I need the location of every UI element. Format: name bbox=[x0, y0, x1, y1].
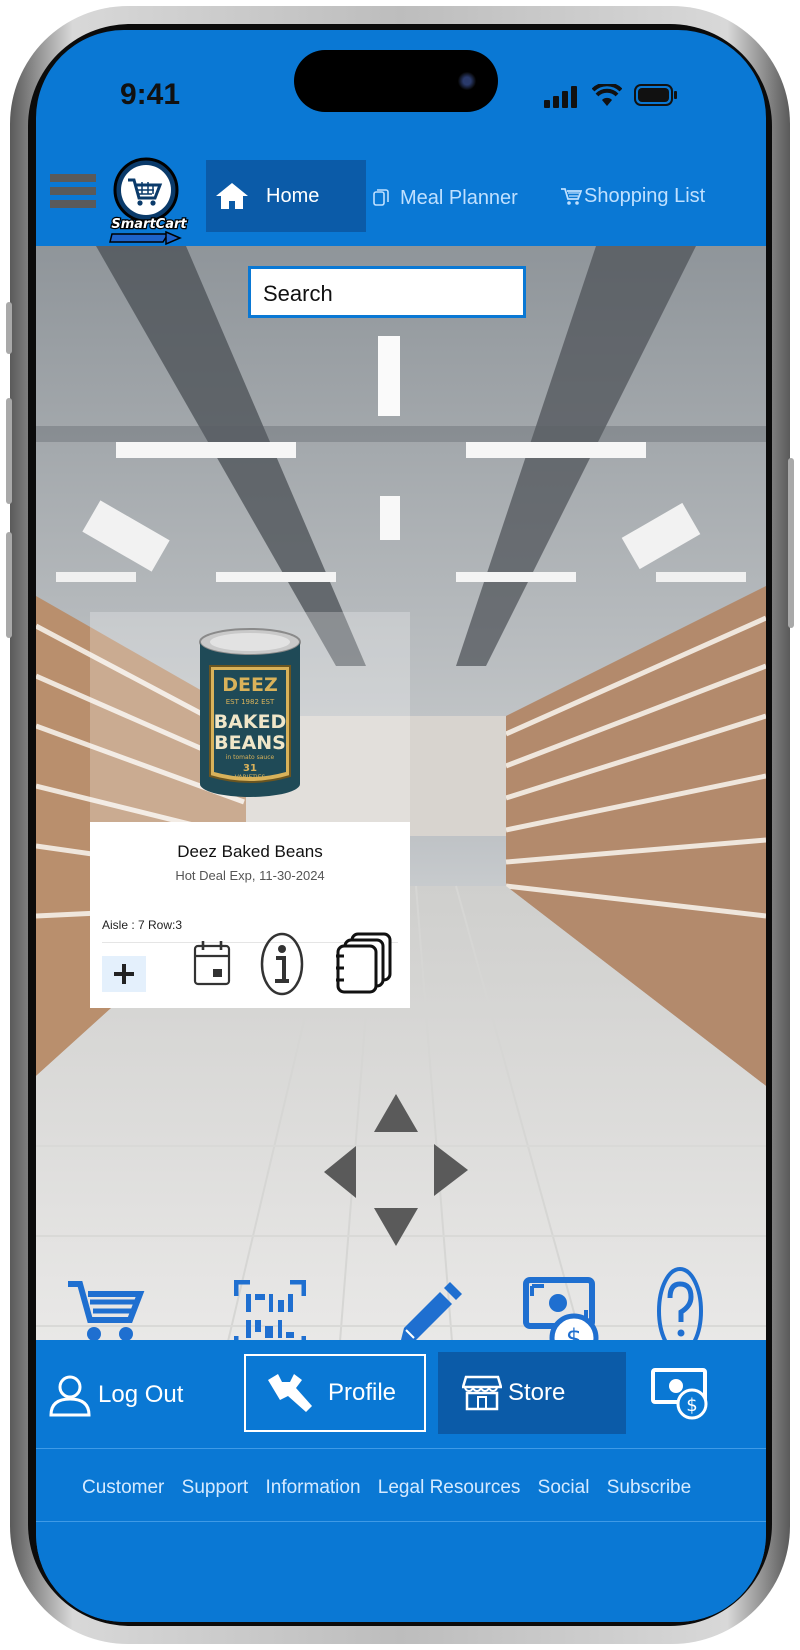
dynamic-island bbox=[294, 50, 498, 112]
signal-icon bbox=[544, 86, 577, 108]
calendar-icon[interactable] bbox=[192, 938, 232, 988]
product-location: Aisle : 7 Row:3 bbox=[102, 918, 183, 932]
screen: 9:41 SmartCart Home Meal Planner Shoppin… bbox=[36, 30, 766, 1622]
cart-icon[interactable] bbox=[66, 1280, 146, 1344]
store-button[interactable]: Store bbox=[438, 1352, 626, 1434]
tab-meal-planner[interactable]: Meal Planner bbox=[372, 178, 518, 218]
can-sub: in tomato sauce bbox=[226, 754, 275, 761]
can-line1: BAKED bbox=[214, 711, 287, 733]
arrow-up-icon[interactable] bbox=[374, 1094, 418, 1132]
arrow-right-icon[interactable] bbox=[434, 1144, 468, 1196]
footer-link-customer[interactable]: Customer bbox=[82, 1477, 164, 1498]
footer-link-subscribe[interactable]: Subscribe bbox=[607, 1477, 692, 1498]
logout-label: Log Out bbox=[98, 1381, 184, 1408]
battery-icon bbox=[634, 84, 677, 106]
tab-home[interactable]: Home bbox=[206, 160, 366, 232]
direction-pad bbox=[324, 1094, 468, 1246]
home-icon bbox=[216, 183, 248, 209]
can-varieties: VARIETIES bbox=[235, 774, 266, 781]
info-icon[interactable] bbox=[260, 932, 304, 996]
can-est: EST 1982 EST bbox=[226, 698, 275, 706]
can-brand: DEEZ bbox=[222, 674, 278, 696]
notes-icon bbox=[373, 189, 389, 206]
footer: Customer Support Information Legal Resou… bbox=[36, 1448, 766, 1622]
volume-down-button bbox=[6, 532, 12, 638]
product-details: Deez Baked Beans Hot Deal Exp, 11-30-202… bbox=[90, 822, 410, 1008]
store-aisle-view: Search DEEZ EST 1982 EST BAKED BEANS in … bbox=[36, 246, 766, 1392]
bottom-action-bar: Log Out Profile Store $ bbox=[36, 1340, 766, 1448]
money-icon[interactable]: $ bbox=[650, 1364, 710, 1420]
tab-meal-planner-label: Meal Planner bbox=[400, 186, 518, 209]
plus-icon bbox=[114, 964, 134, 984]
footer-divider bbox=[36, 1521, 766, 1522]
power-button bbox=[788, 458, 794, 628]
product-name: Deez Baked Beans bbox=[177, 842, 323, 861]
product-deal: Hot Deal Exp, 11-30-2024 bbox=[175, 868, 325, 883]
camera-icon bbox=[458, 72, 476, 90]
wrench-icon bbox=[268, 1374, 312, 1412]
mute-switch bbox=[6, 302, 12, 354]
can-line2: BEANS bbox=[214, 732, 286, 754]
wifi-icon bbox=[592, 84, 622, 106]
arrow-left-icon[interactable] bbox=[324, 1146, 356, 1198]
profile-label: Profile bbox=[328, 1379, 397, 1406]
profile-button[interactable]: Profile bbox=[244, 1354, 426, 1432]
baked-beans-can-image: DEEZ EST 1982 EST BAKED BEANS in tomato … bbox=[199, 628, 301, 797]
pencil-icon[interactable] bbox=[396, 1282, 462, 1348]
arrow-down-icon[interactable] bbox=[374, 1208, 418, 1246]
logout-button[interactable]: Log Out bbox=[48, 1370, 183, 1420]
footer-links: Customer Support Information Legal Resou… bbox=[82, 1477, 703, 1499]
footer-link-legal-resources[interactable]: Legal Resources bbox=[378, 1477, 521, 1498]
store-icon bbox=[462, 1375, 502, 1411]
smartcart-logo[interactable]: SmartCart bbox=[106, 156, 192, 246]
status-time: 9:41 bbox=[120, 78, 181, 111]
footer-link-social[interactable]: Social bbox=[538, 1477, 590, 1498]
svg-text:$: $ bbox=[686, 1395, 697, 1416]
store-label: Store bbox=[508, 1379, 566, 1406]
can-count: 31 bbox=[243, 763, 257, 774]
logo-text: SmartCart bbox=[111, 217, 187, 232]
product-image-area: DEEZ EST 1982 EST BAKED BEANS in tomato … bbox=[90, 612, 410, 822]
tab-shopping-list-label: Shopping List bbox=[584, 184, 706, 207]
hamburger-menu-icon[interactable] bbox=[50, 174, 96, 208]
footer-link-information[interactable]: Information bbox=[265, 1477, 360, 1498]
product-card[interactable]: DEEZ EST 1982 EST BAKED BEANS in tomato … bbox=[90, 612, 410, 1008]
tab-home-label: Home bbox=[266, 184, 320, 207]
top-nav: SmartCart Home Meal Planner Shopping Lis… bbox=[36, 122, 766, 246]
notebook-icon[interactable] bbox=[336, 932, 394, 994]
add-to-list-button[interactable] bbox=[102, 956, 146, 992]
cart-icon bbox=[561, 188, 582, 205]
user-icon bbox=[49, 1375, 91, 1417]
volume-up-button bbox=[6, 398, 12, 504]
search-input[interactable]: Search bbox=[248, 266, 526, 318]
footer-link-support[interactable]: Support bbox=[182, 1477, 249, 1498]
tab-shopping-list[interactable]: Shopping List bbox=[560, 176, 705, 216]
